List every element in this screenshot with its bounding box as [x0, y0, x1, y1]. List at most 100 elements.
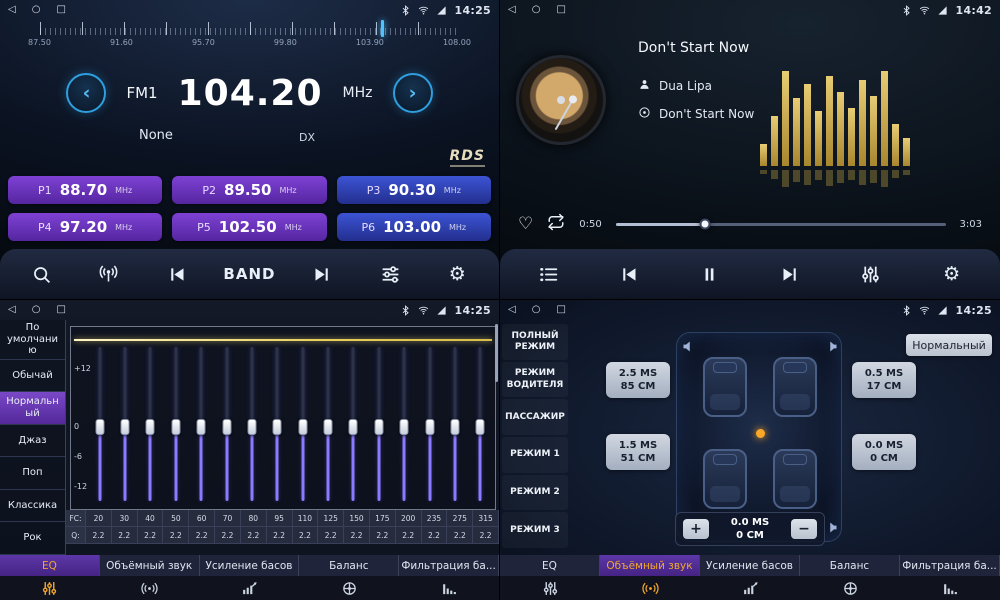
filter-icon[interactable] [399, 580, 499, 597]
eq-band-slider[interactable] [315, 347, 340, 501]
bass-icon[interactable] [200, 580, 300, 597]
surround-tab-surround[interactable]: Объёмный звук [600, 555, 700, 576]
favorite-button[interactable]: ♡ [518, 214, 533, 234]
mixer-button[interactable] [851, 254, 891, 294]
slider-knob[interactable] [349, 419, 358, 435]
eq-tab-balance[interactable]: Баланс [299, 555, 399, 576]
eq-band-slider[interactable] [392, 347, 417, 501]
recents-button[interactable]: □ [56, 300, 65, 320]
previous-station-button[interactable] [156, 254, 196, 294]
surround-tab-eq[interactable]: EQ [500, 555, 600, 576]
radio-preset-p3[interactable]: P390.30MHz [337, 176, 491, 204]
radio-preset-p1[interactable]: P188.70MHz [8, 176, 162, 204]
surround-tab-bass[interactable]: Усиление басов [700, 555, 800, 576]
surround-mode-5[interactable]: РЕЖИМ 2 [502, 475, 568, 511]
radio-preset-p4[interactable]: P497.20MHz [8, 213, 162, 241]
eq-band-slider[interactable] [366, 347, 391, 501]
seat-front-right[interactable] [773, 357, 817, 417]
surround-tab-balance[interactable]: Баланс [800, 555, 900, 576]
eq-band-slider[interactable] [138, 347, 163, 501]
tune-settings-icon[interactable] [370, 254, 410, 294]
slider-knob[interactable] [476, 419, 485, 435]
next-track-button[interactable] [770, 254, 810, 294]
eq-band-slider[interactable] [214, 347, 239, 501]
slider-knob[interactable] [146, 419, 155, 435]
eq-band-slider[interactable] [265, 347, 290, 501]
slider-knob[interactable] [298, 419, 307, 435]
slider-knob[interactable] [273, 419, 282, 435]
seat-front-left[interactable] [703, 357, 747, 417]
progress-knob[interactable] [699, 219, 710, 230]
distance-rear-right[interactable]: 0.0 MS 0 CM [852, 434, 916, 470]
back-button[interactable]: ◁ [508, 0, 516, 20]
broadcast-button[interactable] [89, 254, 129, 294]
increase-button[interactable]: + [683, 519, 709, 539]
eq-band-slider[interactable] [112, 347, 137, 501]
slider-knob[interactable] [324, 419, 333, 435]
list-scrollbar[interactable] [495, 324, 498, 382]
distance-rear-left[interactable]: 1.5 MS 51 CM [606, 434, 670, 470]
surround-mode-2[interactable]: РЕЖИМ ВОДИТЕЛЯ [502, 362, 568, 398]
home-button[interactable]: ○ [32, 0, 41, 20]
eq-preset-item[interactable]: Обычай [0, 360, 65, 393]
recents-button[interactable]: □ [556, 300, 565, 320]
bass-icon[interactable] [700, 580, 800, 597]
surround-mode-1[interactable]: ПОЛНЫЙ РЕЖИМ [502, 324, 568, 360]
slider-knob[interactable] [95, 419, 104, 435]
decrease-button[interactable]: − [791, 519, 817, 539]
sound-preset-button[interactable]: Нормальный [906, 334, 992, 356]
eq-band-slider[interactable] [442, 347, 467, 501]
balance-icon[interactable] [800, 580, 900, 597]
next-station-button[interactable] [303, 254, 343, 294]
seek-down-button[interactable]: ‹ [66, 73, 106, 113]
eq-band-slider[interactable] [341, 347, 366, 501]
eq-band-slider[interactable] [417, 347, 442, 501]
eq-preset-item[interactable]: Поп [0, 457, 65, 490]
slider-knob[interactable] [222, 419, 231, 435]
slider-knob[interactable] [247, 419, 256, 435]
seek-up-button[interactable]: › [393, 73, 433, 113]
seat-rear-right[interactable] [773, 449, 817, 509]
slider-knob[interactable] [374, 419, 383, 435]
previous-track-button[interactable] [609, 254, 649, 294]
eq-preset-item[interactable]: Рок [0, 522, 65, 555]
eq-band-slider[interactable] [163, 347, 188, 501]
eq-preset-item[interactable]: По умолчанию [0, 320, 65, 360]
surround-mode-6[interactable]: РЕЖИМ 3 [502, 512, 568, 548]
surround-mode-3[interactable]: ПАССАЖИР [502, 399, 568, 435]
playlist-button[interactable] [528, 254, 568, 294]
recents-button[interactable]: □ [556, 0, 565, 20]
eq-icon[interactable] [0, 580, 100, 597]
back-button[interactable]: ◁ [508, 300, 516, 320]
surround-icon[interactable] [100, 580, 200, 597]
eq-band-slider[interactable] [468, 347, 493, 501]
slider-knob[interactable] [425, 419, 434, 435]
distance-front-right[interactable]: 0.5 MS 17 CM [852, 362, 916, 398]
surround-tab-filter[interactable]: Фильтрация ба... [900, 555, 1000, 576]
eq-preset-item[interactable]: Джаз [0, 425, 65, 458]
settings-gear-icon[interactable]: ⚙ [932, 254, 972, 294]
slider-knob[interactable] [121, 419, 130, 435]
settings-gear-icon[interactable]: ⚙ [437, 254, 477, 294]
radio-preset-p2[interactable]: P289.50MHz [172, 176, 326, 204]
slider-knob[interactable] [171, 419, 180, 435]
surround-mode-4[interactable]: РЕЖИМ 1 [502, 437, 568, 473]
filter-icon[interactable] [900, 580, 1000, 597]
repeat-button[interactable] [547, 213, 565, 235]
eq-band-slider[interactable] [189, 347, 214, 501]
seat-rear-left[interactable] [703, 449, 747, 509]
surround-icon[interactable] [600, 580, 700, 597]
eq-icon[interactable] [500, 580, 600, 597]
eq-tab-filter[interactable]: Фильтрация ба... [399, 555, 499, 576]
band-button[interactable]: BAND [223, 254, 275, 294]
progress-slider[interactable] [616, 223, 946, 226]
distance-front-left[interactable]: 2.5 MS 85 CM [606, 362, 670, 398]
eq-preset-item[interactable]: Нормальный [0, 392, 65, 425]
home-button[interactable]: ○ [532, 300, 541, 320]
eq-tab-eq[interactable]: EQ [0, 555, 100, 576]
eq-tab-surround[interactable]: Объёмный звук [100, 555, 200, 576]
eq-band-slider[interactable] [239, 347, 264, 501]
balance-icon[interactable] [299, 580, 399, 597]
slider-knob[interactable] [197, 419, 206, 435]
home-button[interactable]: ○ [532, 0, 541, 20]
